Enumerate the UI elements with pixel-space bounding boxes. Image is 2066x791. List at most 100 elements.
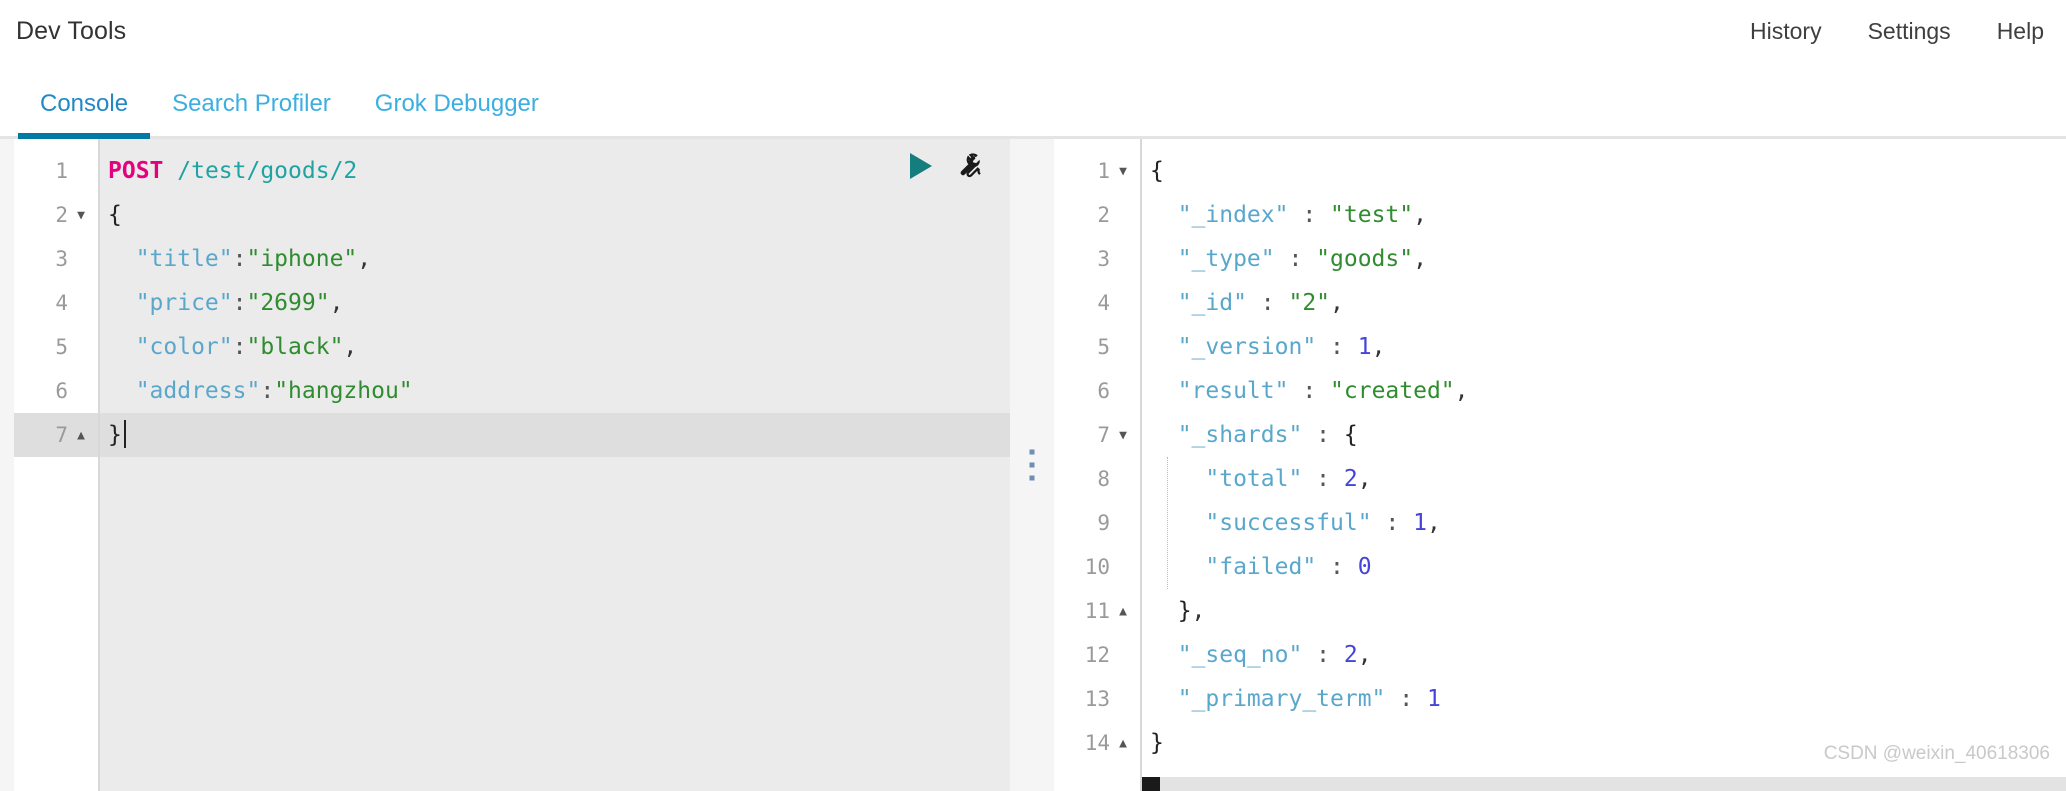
code-token: 1: [1426, 686, 1441, 712]
fold-up-icon[interactable]: ▲: [1114, 737, 1132, 750]
line-number: 12: [1054, 633, 1140, 677]
code-token: ,: [1413, 202, 1427, 228]
code-token: :: [232, 334, 247, 360]
code-token: }: [1150, 598, 1192, 624]
tab-search-profiler[interactable]: Search Profiler: [150, 90, 353, 136]
code-line[interactable]: {: [100, 193, 1010, 237]
line-number-label: 8: [1097, 467, 1110, 491]
code-line[interactable]: "_id" : "2",: [1142, 281, 2066, 325]
response-horizontal-scrollbar[interactable]: [1142, 777, 2066, 791]
code-line[interactable]: "successful" : 1,: [1142, 501, 2066, 545]
line-number: 5: [14, 325, 98, 369]
code-line[interactable]: POST /test/goods/2: [100, 149, 1010, 193]
line-number-label: 2: [55, 203, 68, 227]
fold-down-icon[interactable]: ▼: [72, 209, 90, 222]
code-token: "2": [1288, 290, 1331, 316]
tab-grok-debugger[interactable]: Grok Debugger: [353, 90, 561, 136]
code-token: 1: [1413, 510, 1427, 536]
code-token: :: [1302, 642, 1344, 668]
fold-down-icon[interactable]: ▼: [1114, 165, 1132, 178]
code-token: :: [1302, 466, 1344, 492]
fold-up-icon[interactable]: ▲: [1114, 605, 1132, 618]
code-line[interactable]: "failed" : 0: [1142, 545, 2066, 589]
line-number: 14 ▲: [1054, 721, 1140, 765]
line-number: 6: [14, 369, 98, 413]
code-line[interactable]: "_index" : "test",: [1142, 193, 2066, 237]
line-number-label: 9: [1097, 511, 1110, 535]
header-links: History Settings Help: [1750, 18, 2044, 45]
code-token: "_type": [1150, 246, 1275, 272]
header-link-help[interactable]: Help: [1997, 18, 2044, 45]
line-number: 1: [14, 149, 98, 193]
code-line[interactable]: {: [1142, 149, 2066, 193]
line-number: 7 ▼: [1054, 413, 1140, 457]
code-token: "goods": [1316, 246, 1414, 272]
code-line[interactable]: "title":"iphone",: [100, 237, 1010, 281]
line-number: 2: [1054, 193, 1140, 237]
code-token: "title": [108, 246, 233, 272]
code-line[interactable]: "total" : 2,: [1142, 457, 2066, 501]
code-token: :: [1288, 378, 1331, 404]
code-token: ,: [329, 290, 344, 316]
request-editor[interactable]: 1 2 ▼ 3 4 5 6 7 ▲ POST /test/goods/2{ "title":"i…: [14, 139, 1010, 791]
code-token: /test/goods/2: [177, 158, 358, 184]
code-line[interactable]: "price":"2699",: [100, 281, 1010, 325]
code-token: "created": [1330, 378, 1455, 404]
indent-guide: [1167, 457, 1169, 589]
code-line[interactable]: "_primary_term" : 1: [1142, 677, 2066, 721]
code-line[interactable]: "color":"black",: [100, 325, 1010, 369]
request-code[interactable]: POST /test/goods/2{ "title":"iphone", "p…: [100, 139, 1010, 791]
code-line[interactable]: "_type" : "goods",: [1142, 237, 2066, 281]
line-number-label: 14: [1084, 731, 1110, 755]
code-line[interactable]: "_shards" : {: [1142, 413, 2066, 457]
header-link-settings[interactable]: Settings: [1868, 18, 1951, 45]
code-token: 0: [1357, 554, 1372, 580]
code-token: ,: [1426, 510, 1441, 536]
code-token: "successful": [1150, 510, 1372, 536]
tab-console[interactable]: Console: [18, 90, 151, 139]
code-line[interactable]: }: [100, 413, 1010, 457]
line-number: 4: [1054, 281, 1140, 325]
code-token: :: [1371, 510, 1414, 536]
code-token: ,: [357, 246, 372, 272]
code-token: 1: [1357, 334, 1372, 360]
header-link-history[interactable]: History: [1750, 18, 1822, 45]
line-number-label: 2: [1097, 203, 1110, 227]
pane-splitter[interactable]: [1010, 139, 1054, 791]
code-token: POST: [108, 158, 164, 184]
response-code[interactable]: { "_index" : "test", "_type" : "goods", …: [1142, 139, 2066, 791]
response-gutter[interactable]: 1 ▼ 2 3 4 5 6 7 ▼ 8 9 10 11 ▲ 12 13 14 ▲: [1054, 139, 1142, 791]
scrollbar-thumb[interactable]: [1142, 777, 1160, 791]
code-line[interactable]: "_version" : 1,: [1142, 325, 2066, 369]
line-number-label: 3: [1097, 247, 1110, 271]
line-number-label: 1: [55, 159, 68, 183]
wrench-icon[interactable]: [958, 153, 984, 179]
line-number-label: 12: [1084, 643, 1110, 667]
code-token: ,: [1371, 334, 1386, 360]
line-number: 13: [1054, 677, 1140, 721]
play-icon[interactable]: [910, 153, 932, 179]
page-title: Dev Tools: [16, 16, 127, 45]
line-number-label: 6: [55, 379, 68, 403]
code-token: "address": [108, 378, 261, 404]
code-line[interactable]: "address":"hangzhou": [100, 369, 1010, 413]
watermark: CSDN @weixin_40618306: [1823, 743, 2050, 764]
line-number-label: 3: [55, 247, 68, 271]
request-gutter[interactable]: 1 2 ▼ 3 4 5 6 7 ▲: [14, 139, 100, 791]
code-token: }: [108, 422, 122, 448]
code-token: "_shards": [1150, 422, 1303, 448]
fold-down-icon[interactable]: ▼: [1114, 429, 1132, 442]
code-line[interactable]: "_seq_no" : 2,: [1142, 633, 2066, 677]
code-line[interactable]: "result" : "created",: [1142, 369, 2066, 413]
line-number-label: 6: [1097, 379, 1110, 403]
line-number: 1 ▼: [1054, 149, 1140, 193]
line-number: 2 ▼: [14, 193, 98, 237]
code-token: "hangzhou": [274, 378, 413, 404]
code-token: :: [260, 378, 275, 404]
line-number-label: 5: [1097, 335, 1110, 359]
line-number-label: 7: [55, 423, 68, 447]
code-line[interactable]: },: [1142, 589, 2066, 633]
code-token: "black": [246, 334, 344, 360]
code-token: ,: [1454, 378, 1469, 404]
fold-up-icon[interactable]: ▲: [72, 429, 90, 442]
